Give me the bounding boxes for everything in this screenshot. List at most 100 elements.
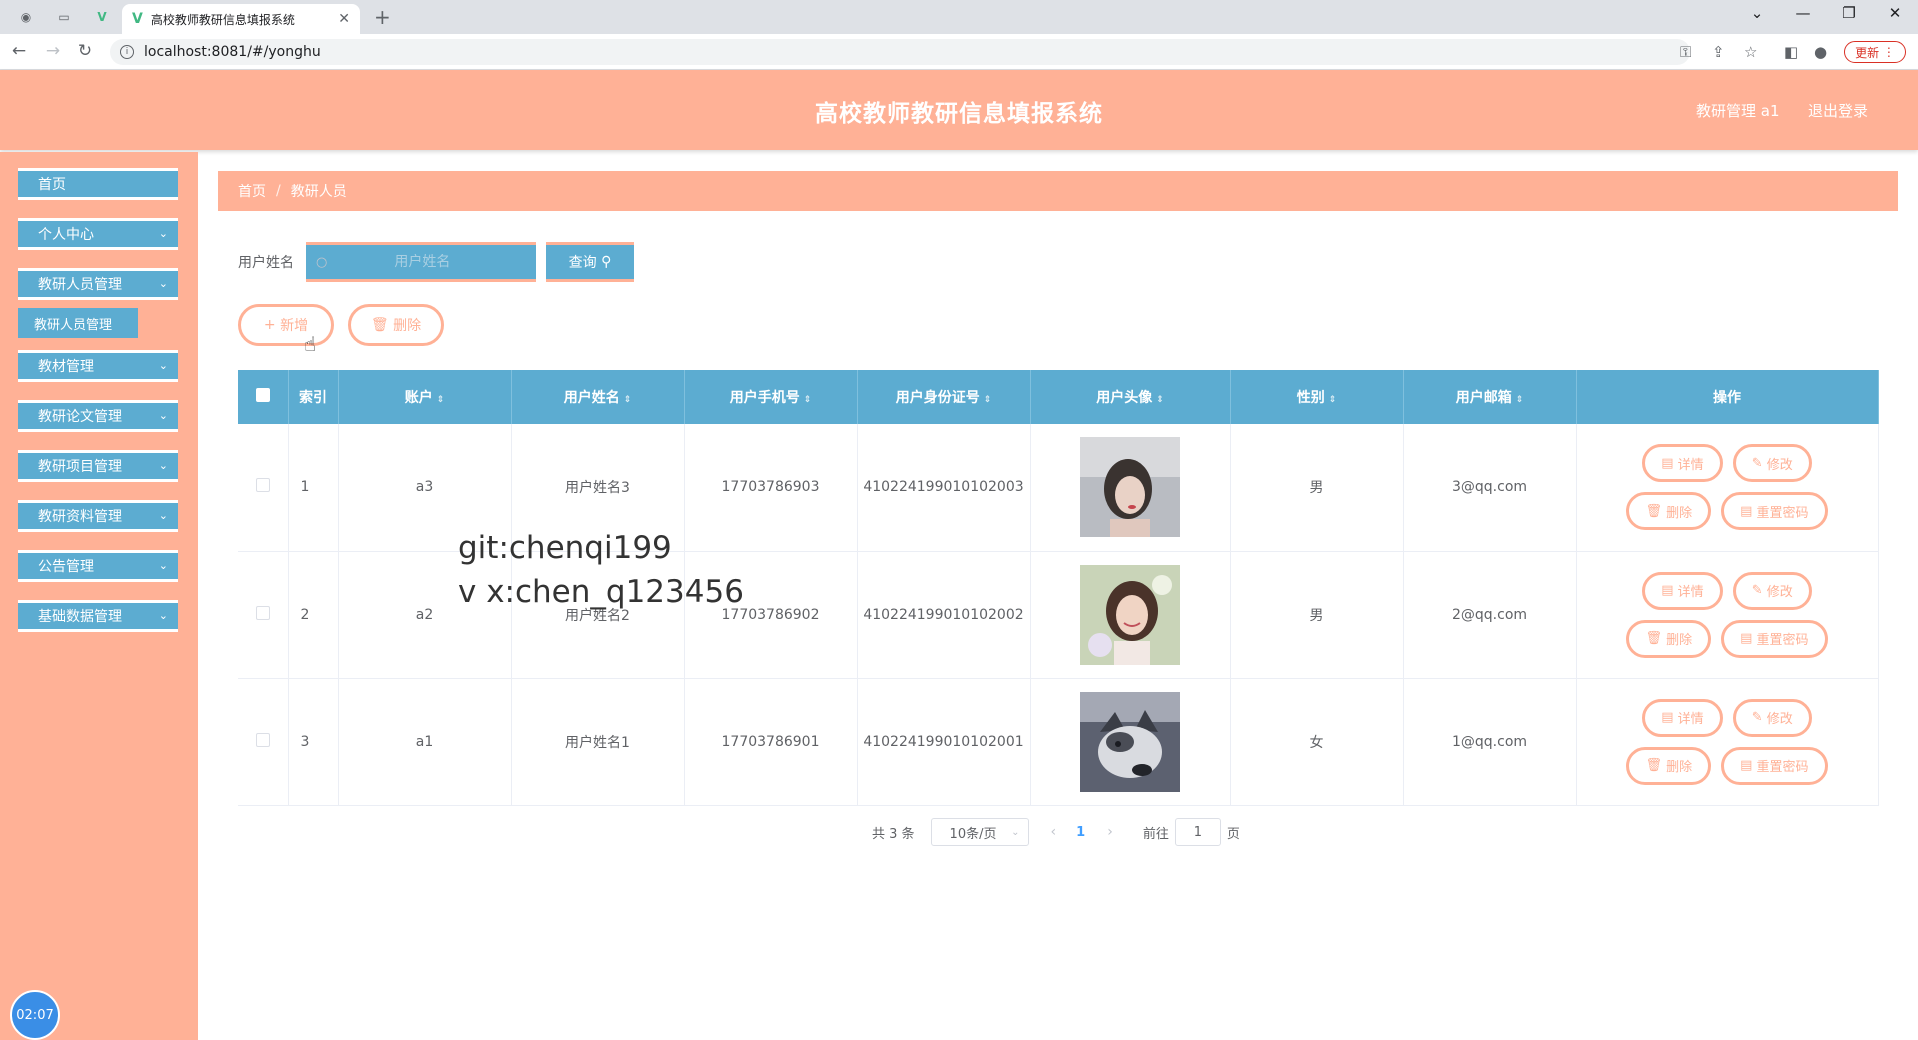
sidebar-item-project-management[interactable]: 教研项目管理 ⌄ [18, 450, 178, 482]
document-icon: ▤ [1740, 758, 1753, 773]
sidebar-item-label: 教研项目管理 [38, 459, 122, 475]
reset-password-button[interactable]: ▤ 重置密码 [1721, 746, 1828, 785]
column-header-email[interactable]: 用户邮箱 ⇕ [1403, 370, 1577, 424]
cell-name: 用户姓名2 [511, 551, 685, 679]
sort-icon[interactable]: ⇕ [984, 395, 992, 405]
select-all-checkbox[interactable] [255, 388, 270, 402]
sidebar-subitem-staff-management[interactable]: 教研人员管理 [18, 308, 138, 338]
sidebar-item-paper-management[interactable]: 教研论文管理 ⌄ [18, 400, 178, 432]
globe-icon[interactable]: ◉ [16, 7, 36, 27]
url-field[interactable]: i localhost:8081/#/yonghu [110, 39, 1690, 65]
star-icon[interactable]: ☆ [1744, 43, 1757, 61]
detail-button[interactable]: ▤ 详情 [1642, 444, 1723, 483]
key-icon[interactable]: ⚿ [1680, 43, 1691, 61]
avatar[interactable] [1080, 691, 1180, 792]
sort-icon[interactable]: ⇕ [804, 395, 812, 405]
sidebar-item-staff-management[interactable]: 教研人员管理 ⌄ [18, 268, 178, 300]
forward-icon[interactable]: → [42, 41, 64, 61]
browser-tab-active[interactable]: V 高校教师教研信息填报系统 ✕ [122, 4, 360, 34]
blank-tab-icon[interactable]: ▭ [54, 7, 74, 27]
cell-actions: ▤ 详情 ✎ 修改 🗑 删除 ▤ 重置密码 [1576, 424, 1879, 552]
row-select-cell [238, 678, 289, 806]
search-label: 用户姓名 [238, 255, 294, 271]
delete-button[interactable]: 🗑 删除 [1626, 492, 1712, 531]
sort-icon[interactable]: ⇕ [437, 395, 445, 405]
cell-avatar [1030, 678, 1231, 806]
sidebar-item-basic-data-management[interactable]: 基础数据管理 ⌄ [18, 600, 178, 632]
detail-button[interactable]: ▤ 详情 [1642, 571, 1723, 610]
add-button[interactable]: + 新增 [238, 304, 334, 346]
row-checkbox[interactable] [255, 732, 270, 747]
info-icon[interactable]: i [120, 45, 134, 59]
minimize-icon[interactable]: — [1788, 4, 1818, 22]
edit-button[interactable]: ✎ 修改 [1732, 698, 1812, 737]
sidebar-item-personal-center[interactable]: 个人中心 ⌄ [18, 218, 178, 250]
avatar[interactable] [1080, 437, 1180, 538]
reset-password-button[interactable]: ▤ 重置密码 [1721, 492, 1828, 531]
header-user-label[interactable]: 教研管理 a1 [1696, 100, 1780, 121]
current-page[interactable]: 1 [1076, 825, 1085, 840]
trash-icon: 🗑 [1645, 758, 1662, 773]
chevron-down-icon[interactable]: ⌄ [1742, 4, 1772, 22]
edit-button[interactable]: ✎ 修改 [1732, 571, 1812, 610]
sidebar-item-home[interactable]: 首页 [18, 168, 178, 200]
logout-link[interactable]: 退出登录 [1808, 100, 1868, 121]
breadcrumb-current: 教研人员 [290, 184, 347, 200]
chevron-down-icon: ⌄ [158, 559, 168, 572]
sort-icon[interactable]: ⇕ [1516, 395, 1524, 405]
sidebar-item-notice-management[interactable]: 公告管理 ⌄ [18, 550, 178, 582]
detail-button[interactable]: ▤ 详情 [1642, 698, 1723, 737]
cell-account: a2 [338, 551, 512, 679]
sidebar-item-textbook-management[interactable]: 教材管理 ⌄ [18, 350, 178, 382]
search-icon: ○ [316, 254, 328, 270]
column-header-gender[interactable]: 性别 ⇕ [1230, 370, 1404, 424]
sort-icon[interactable]: ⇕ [1329, 395, 1337, 405]
goto-prefix: 前往 [1142, 826, 1169, 842]
side-panel-icon[interactable]: ◧ [1784, 43, 1798, 61]
goto-page-input[interactable]: 1 [1174, 818, 1221, 846]
new-tab-icon[interactable]: + [374, 5, 391, 29]
share-icon[interactable]: ⇪ [1712, 43, 1725, 61]
column-label: 用户姓名 [563, 390, 620, 406]
sort-icon[interactable]: ⇕ [624, 395, 632, 405]
reset-password-button[interactable]: ▤ 重置密码 [1721, 619, 1828, 658]
search-input[interactable] [327, 254, 518, 270]
cell-index: 1 [288, 424, 339, 552]
column-header-idcard[interactable]: 用户身份证号 ⇕ [857, 370, 1031, 424]
vue-logo-icon[interactable]: V [92, 7, 112, 27]
restore-icon[interactable]: ❐ [1834, 4, 1864, 22]
column-header-name[interactable]: 用户姓名 ⇕ [511, 370, 685, 424]
row-checkbox[interactable] [255, 605, 270, 620]
sidebar-item-label: 教研资料管理 [38, 509, 122, 525]
browser-update-button[interactable]: 更新 ⋮ [1844, 41, 1906, 63]
column-header-account[interactable]: 账户 ⇕ [338, 370, 512, 424]
bulk-delete-button[interactable]: 🗑 删除 [348, 304, 444, 346]
sort-icon[interactable]: ⇕ [1156, 395, 1164, 405]
breadcrumb-home[interactable]: 首页 [238, 181, 266, 201]
table-row: 2 a2 用户姓名2 17703786902 41022419901010200… [238, 551, 1879, 679]
delete-button[interactable]: 🗑 删除 [1626, 619, 1712, 658]
next-page-icon[interactable]: › [1107, 824, 1113, 840]
avatar[interactable] [1080, 564, 1180, 665]
sidebar-item-material-management[interactable]: 教研资料管理 ⌄ [18, 500, 178, 532]
delete-label: 删除 [1666, 633, 1693, 648]
cell-account: a1 [338, 678, 512, 806]
edit-button[interactable]: ✎ 修改 [1732, 444, 1812, 483]
reload-icon[interactable]: ↻ [74, 41, 96, 61]
page-size-value: 10条/页 [949, 826, 997, 842]
column-header-avatar[interactable]: 用户头像 ⇕ [1030, 370, 1231, 424]
prev-page-icon[interactable]: ‹ [1051, 824, 1057, 840]
column-label: 性别 [1296, 390, 1325, 406]
pagination: 共 3 条 10条/页 ⌄ ‹ 1 › 前往 1 页 [872, 818, 1240, 846]
profile-icon[interactable]: ● [1814, 43, 1827, 61]
close-icon[interactable]: ✕ [338, 11, 350, 27]
column-header-phone[interactable]: 用户手机号 ⇕ [684, 370, 858, 424]
column-label: 用户邮箱 [1455, 390, 1512, 406]
delete-button[interactable]: 🗑 删除 [1626, 746, 1712, 785]
window-close-icon[interactable]: ✕ [1880, 4, 1910, 22]
row-checkbox[interactable] [255, 478, 270, 493]
page-size-select[interactable]: 10条/页 ⌄ [930, 818, 1029, 846]
back-icon[interactable]: ← [8, 41, 30, 61]
query-button[interactable]: 查询 ⚲ [546, 242, 634, 282]
address-bar: ← → ↻ i localhost:8081/#/yonghu ⚿ ⇪ ☆ ◧ … [0, 34, 1918, 70]
